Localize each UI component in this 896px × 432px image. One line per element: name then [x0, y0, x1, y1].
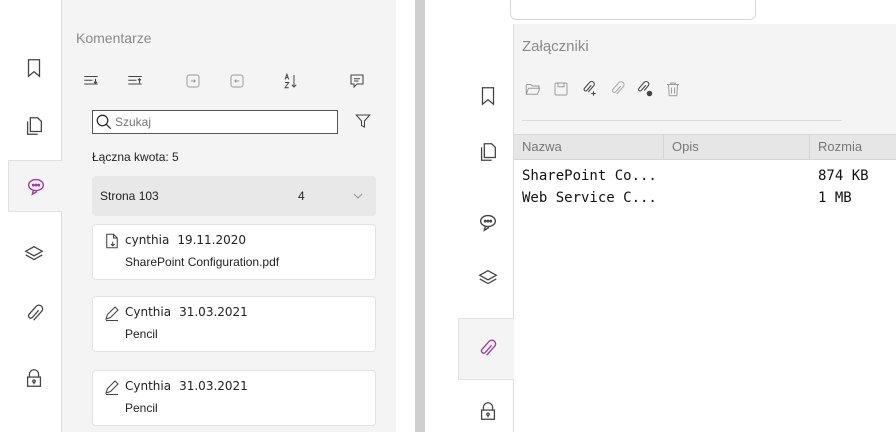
page-group-header[interactable]: Strona 103 4 — [92, 176, 376, 216]
comment-text: SharePoint Configuration.pdf — [125, 255, 280, 269]
comment-icon — [479, 214, 497, 232]
comment-list-icon — [350, 74, 364, 89]
security-tab[interactable] — [462, 394, 514, 432]
chevron-down-icon — [353, 193, 363, 199]
comments-panel: Komentarze Szukaj Łączna kwota: 5 Strona… — [62, 0, 396, 432]
arrow-left-box-icon — [230, 74, 244, 88]
collapse-all-icon — [128, 75, 142, 85]
column-header-size[interactable]: Rozmia — [810, 135, 896, 159]
comments-toolbar — [80, 70, 380, 92]
page-group-label: Strona 103 — [100, 189, 159, 203]
comment-author: Cynthia — [125, 379, 172, 393]
comment-date: 19.11.2020 — [177, 233, 247, 247]
collapse-all-button[interactable] — [124, 70, 146, 92]
layers-tab[interactable] — [462, 252, 514, 304]
layers-tab[interactable] — [8, 228, 60, 280]
pages-icon — [26, 117, 42, 135]
lock-icon — [26, 369, 42, 387]
app-window: Komentarze Szukaj Łączna kwota: 5 Strona… — [0, 0, 896, 432]
security-tab[interactable] — [8, 352, 60, 404]
paperclip-icon — [480, 339, 496, 356]
sort-button[interactable] — [280, 70, 302, 92]
file-attachment-icon — [106, 233, 118, 249]
attachment-size: 874 KB — [818, 168, 869, 184]
total-count: Łączna kwota: 5 — [92, 150, 179, 164]
search-box[interactable] — [92, 110, 338, 134]
page-group-count: 4 — [298, 189, 305, 203]
column-header-description[interactable]: Opis — [664, 135, 810, 159]
attachment-size: 1 MB — [818, 190, 852, 206]
table-header: Nazwa Opis Rozmia — [514, 134, 896, 160]
pages-tab[interactable] — [8, 100, 60, 152]
left-nav-rail — [0, 0, 62, 432]
layers-icon — [478, 269, 498, 285]
comment-text: Pencil — [125, 401, 158, 415]
add-attachment-icon — [583, 80, 596, 96]
pencil-icon — [105, 380, 119, 396]
attachments-toolbar — [522, 78, 722, 100]
comment-author: cynthia — [125, 233, 170, 247]
comment-date: 31.03.2021 — [179, 379, 248, 393]
attachments-panel: Załączniki Nazwa Opis Rozmia SharePoint … — [514, 24, 896, 432]
comment-icon — [27, 178, 44, 196]
attachment-settings-icon — [638, 80, 653, 97]
panel-title: Komentarze — [76, 30, 152, 46]
right-nav-rail — [458, 24, 514, 432]
lock-icon — [480, 402, 496, 420]
paperclip-icon — [611, 81, 625, 95]
layers-icon — [24, 245, 44, 261]
trash-icon — [667, 82, 679, 97]
comment-options-button[interactable] — [346, 70, 368, 92]
attachment-name: Web Service C... — [522, 190, 657, 206]
sort-az-icon — [284, 72, 297, 89]
bookmarks-tab[interactable] — [8, 42, 60, 94]
search-icon — [96, 114, 112, 130]
search-input[interactable] — [115, 115, 325, 129]
attachments-tab[interactable] — [458, 318, 514, 380]
filter-button[interactable] — [352, 110, 374, 132]
comments-tab[interactable] — [8, 160, 62, 212]
document-tab[interactable] — [510, 0, 756, 20]
bookmark-icon — [481, 87, 495, 106]
comment-item[interactable]: Cynthia 31.03.2021 Pencil — [92, 370, 376, 426]
add-attachment-button[interactable] — [578, 78, 600, 100]
filter-icon — [355, 114, 371, 128]
comments-tab[interactable] — [462, 196, 514, 248]
pages-icon — [480, 143, 496, 161]
attachment-settings-button[interactable] — [634, 78, 656, 100]
comment-date: 31.03.2021 — [179, 305, 248, 319]
comment-item[interactable]: cynthia 19.11.2020 SharePoint Configurati… — [92, 224, 376, 280]
pencil-icon — [105, 306, 119, 322]
delete-attachment-button[interactable] — [662, 78, 684, 100]
attachments-pane: Załączniki Nazwa Opis Rozmia SharePoint … — [430, 0, 896, 432]
save-icon — [554, 82, 568, 96]
column-header-name[interactable]: Nazwa — [514, 135, 664, 159]
comment-item[interactable]: Cynthia 31.03.2021 Pencil — [92, 296, 376, 352]
expand-all-icon — [84, 75, 98, 85]
arrow-right-box-icon — [186, 74, 200, 88]
paperclip-icon — [27, 304, 44, 321]
remove-attachment-button[interactable] — [606, 78, 628, 100]
next-comment-button[interactable] — [182, 70, 204, 92]
expand-all-button[interactable] — [80, 70, 102, 92]
open-attachment-button[interactable] — [522, 78, 544, 100]
table-row[interactable]: SharePoint Co... 874 KB — [514, 166, 896, 186]
panel-title: Załączniki — [522, 38, 589, 55]
bookmarks-tab[interactable] — [462, 70, 514, 122]
save-attachment-button[interactable] — [550, 78, 572, 100]
attachments-tab[interactable] — [8, 288, 60, 340]
bookmark-icon — [27, 59, 41, 78]
comment-text: Pencil — [125, 327, 158, 341]
table-row[interactable]: Web Service C... 1 MB — [514, 188, 896, 208]
pane-splitter[interactable] — [410, 0, 430, 432]
previous-comment-button[interactable] — [226, 70, 248, 92]
pages-tab[interactable] — [462, 126, 514, 178]
attachment-name: SharePoint Co... — [522, 168, 657, 184]
folder-open-icon — [525, 84, 541, 95]
comments-pane: Komentarze Szukaj Łączna kwota: 5 Strona… — [0, 0, 410, 432]
comment-author: Cynthia — [125, 305, 172, 319]
